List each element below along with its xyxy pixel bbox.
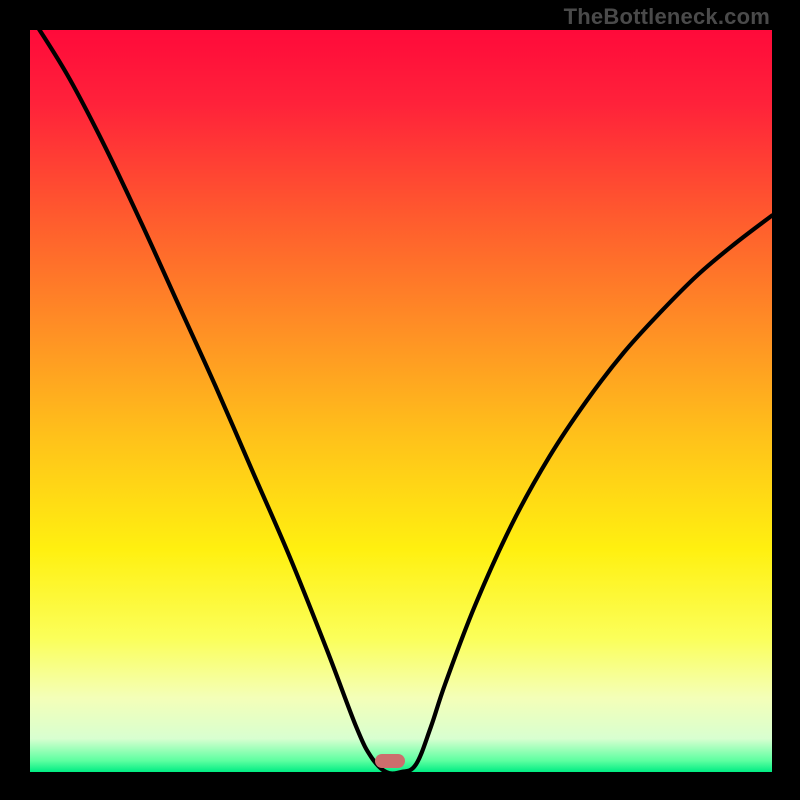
bottleneck-curve — [30, 30, 772, 772]
chart-frame: TheBottleneck.com — [0, 0, 800, 800]
optimal-marker — [375, 754, 405, 768]
plot-area — [30, 30, 772, 772]
watermark-text: TheBottleneck.com — [564, 4, 770, 30]
